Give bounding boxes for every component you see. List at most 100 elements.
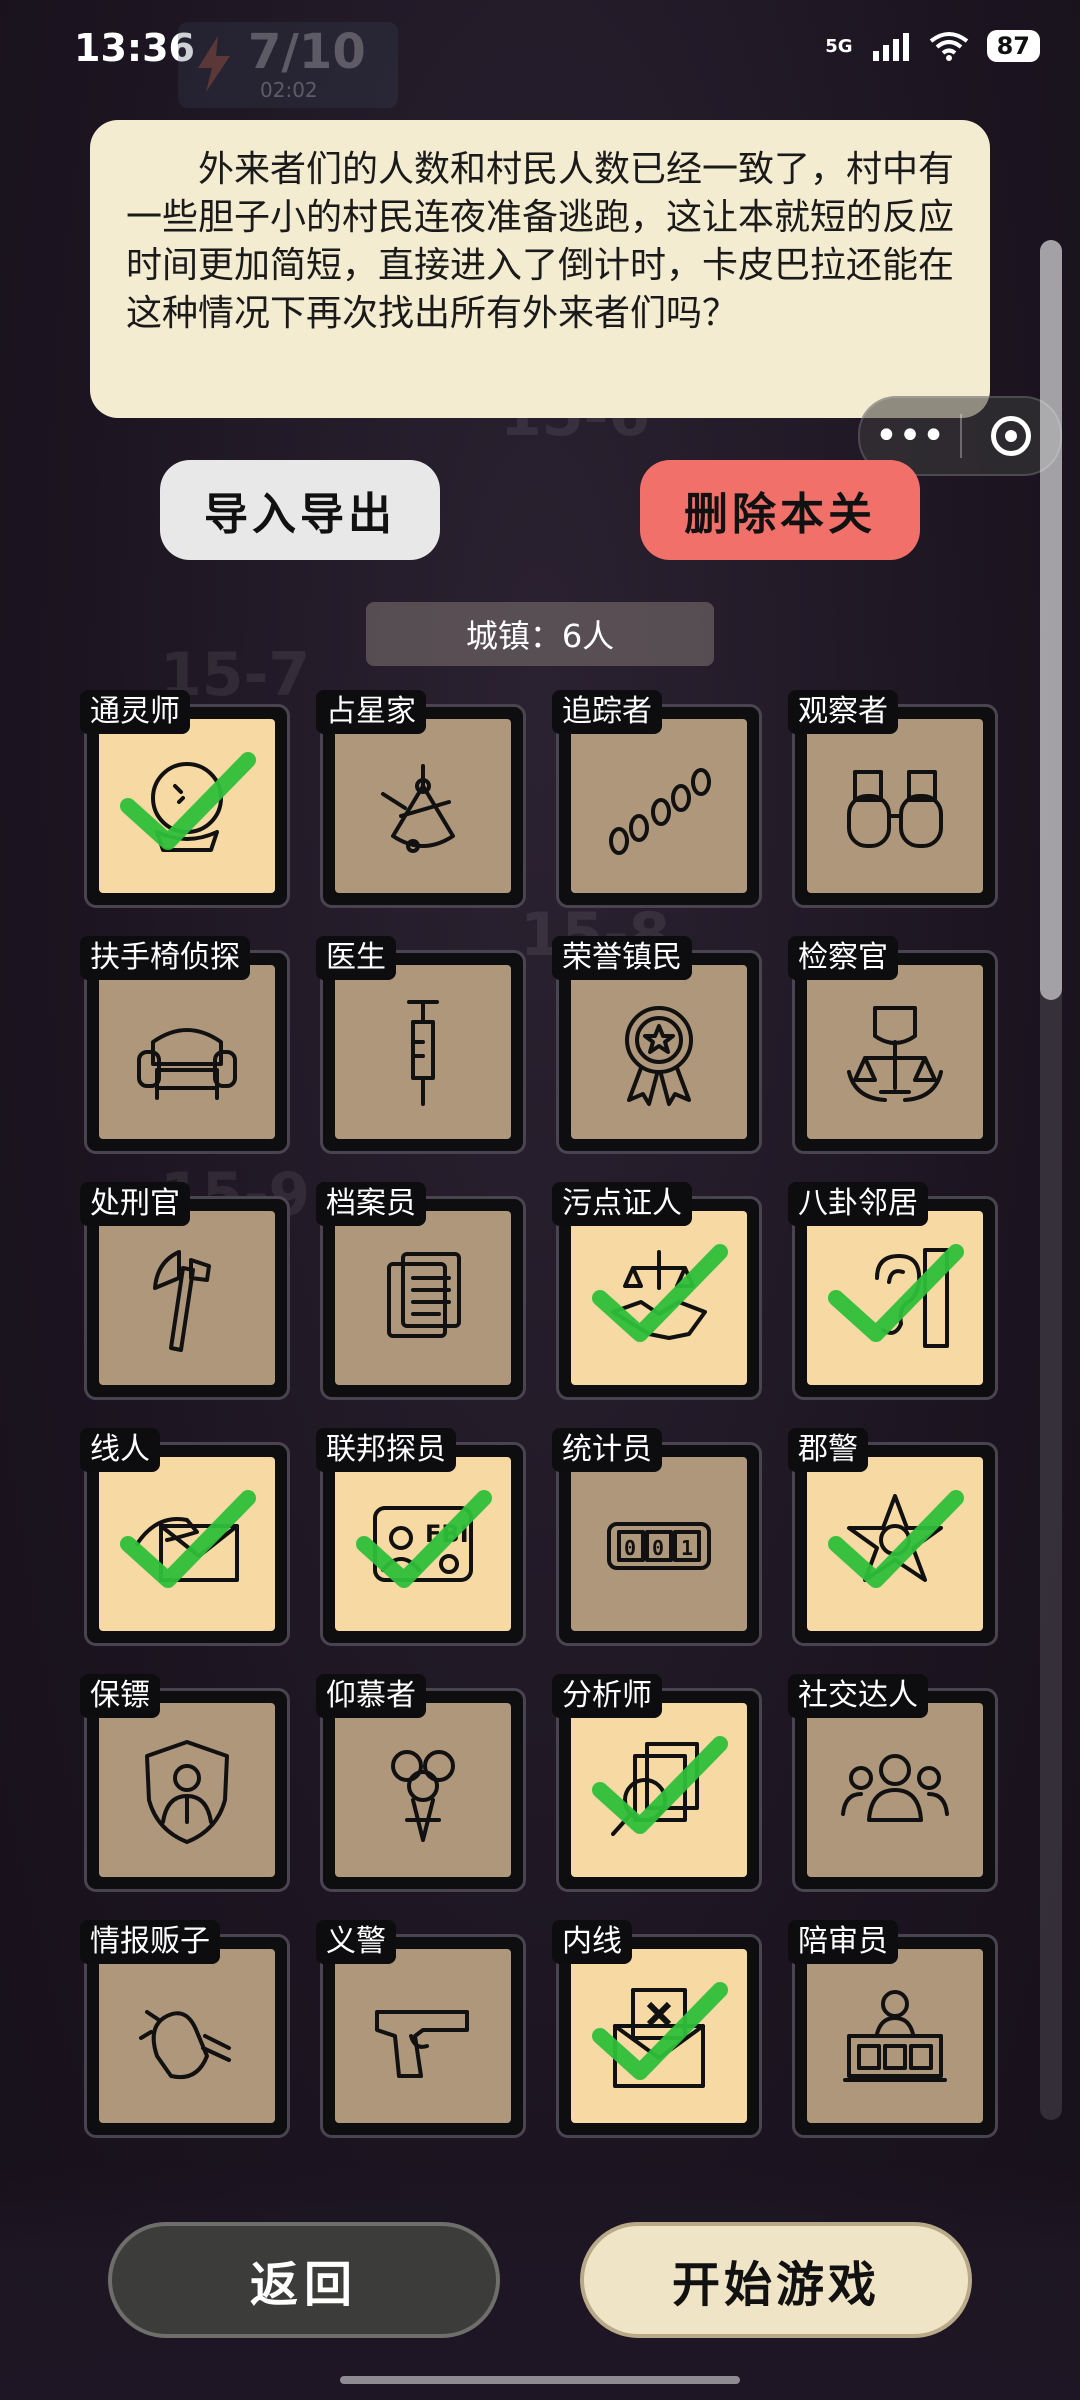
role-card[interactable]: 情报贩子 bbox=[80, 1920, 290, 2138]
role-card-label: 保镖 bbox=[80, 1674, 160, 1718]
role-card-label: 内线 bbox=[552, 1920, 632, 1964]
role-card-label: 占星家 bbox=[316, 690, 426, 734]
status-icons: 5G 87 bbox=[825, 30, 1040, 62]
role-card[interactable]: 扶手椅侦探 bbox=[80, 936, 290, 1154]
role-card-frame: FBI bbox=[320, 1442, 526, 1646]
role-card-label: 陪审员 bbox=[788, 1920, 898, 1964]
role-card-frame bbox=[320, 1196, 526, 1400]
role-card-label: 仰慕者 bbox=[316, 1674, 426, 1718]
envelope-x-icon bbox=[613, 1988, 705, 2088]
home-indicator bbox=[340, 2376, 740, 2384]
role-card-frame bbox=[556, 704, 762, 908]
documents-icon bbox=[387, 1252, 461, 1338]
role-card[interactable]: 检察官 bbox=[788, 936, 998, 1154]
role-card-art: FBI bbox=[335, 1457, 511, 1631]
ear-door-icon bbox=[875, 1248, 949, 1348]
role-card[interactable]: 内线 bbox=[552, 1920, 762, 2138]
level-description: 外来者们的人数和村民人数已经一致了，村中有一些胆子小的村民连夜准备逃跑，这让本就… bbox=[126, 149, 955, 334]
wifi-icon bbox=[929, 32, 968, 61]
role-card[interactable]: 分析师 bbox=[552, 1674, 762, 1892]
role-card-art bbox=[807, 965, 983, 1139]
svg-text:1: 1 bbox=[681, 1536, 693, 1560]
role-card-label: 社交达人 bbox=[788, 1674, 928, 1718]
more-icon[interactable]: ••• bbox=[860, 416, 960, 456]
role-card[interactable]: 占星家 bbox=[316, 690, 526, 908]
role-card-art bbox=[335, 1949, 511, 2123]
role-card[interactable]: 污点证人 bbox=[552, 1182, 762, 1400]
role-card[interactable]: 医生 bbox=[316, 936, 526, 1154]
role-card-frame bbox=[792, 1934, 998, 2138]
role-card[interactable]: 仰慕者 bbox=[316, 1674, 526, 1892]
role-card-label: 通灵师 bbox=[80, 690, 190, 734]
target-icon bbox=[991, 416, 1031, 456]
role-card-art bbox=[99, 1457, 275, 1631]
medal-icon bbox=[625, 1006, 693, 1106]
import-export-button[interactable]: 导入导出 bbox=[160, 460, 440, 560]
role-card-frame bbox=[792, 1688, 998, 1892]
counter-icon: 001 bbox=[607, 1522, 711, 1570]
role-card[interactable]: 陪审员 bbox=[788, 1920, 998, 2138]
role-card[interactable]: 社交达人 bbox=[788, 1674, 998, 1892]
role-card-frame bbox=[320, 1688, 526, 1892]
role-card[interactable]: 追踪者 bbox=[552, 690, 762, 908]
back-button[interactable]: 返回 bbox=[108, 2222, 500, 2338]
svg-text:0: 0 bbox=[652, 1536, 664, 1560]
jury-bench-icon bbox=[843, 1990, 947, 2082]
role-card-art bbox=[571, 1211, 747, 1385]
role-card[interactable]: 郡警 bbox=[788, 1428, 998, 1646]
role-card-art: 001 bbox=[571, 1457, 747, 1631]
town-count-label: 城镇：6人 bbox=[366, 602, 714, 666]
start-game-button[interactable]: 开始游戏 bbox=[580, 2222, 972, 2338]
role-card-label: 污点证人 bbox=[552, 1182, 692, 1226]
role-card-frame bbox=[792, 1442, 998, 1646]
scrollbar-thumb[interactable] bbox=[1040, 240, 1062, 1000]
role-card-art bbox=[807, 719, 983, 893]
role-card[interactable]: FBI 联邦探员 bbox=[316, 1428, 526, 1646]
binoculars-icon bbox=[847, 770, 943, 848]
status-time: 13:36 bbox=[74, 26, 195, 70]
battery-indicator: 87 bbox=[986, 30, 1040, 62]
role-card-art bbox=[335, 1211, 511, 1385]
magnifier-docs-icon bbox=[611, 1742, 699, 1836]
scrollbar[interactable] bbox=[1040, 240, 1062, 2120]
role-card-frame bbox=[556, 950, 762, 1154]
role-card[interactable]: 档案员 bbox=[316, 1182, 526, 1400]
handshake-scales-icon bbox=[611, 1250, 707, 1340]
role-card-label: 处刑官 bbox=[80, 1182, 190, 1226]
role-card-frame bbox=[556, 1688, 762, 1892]
role-card[interactable]: 0 0 1 统计员 bbox=[552, 1428, 762, 1646]
role-card-label: 联邦探员 bbox=[316, 1428, 456, 1472]
role-card[interactable]: 线人 bbox=[80, 1428, 290, 1646]
role-card[interactable]: 观察者 bbox=[788, 690, 998, 908]
role-card-frame bbox=[792, 704, 998, 908]
role-card[interactable]: 通灵师 bbox=[80, 690, 290, 908]
role-card-art bbox=[99, 1211, 275, 1385]
svg-text:0: 0 bbox=[624, 1536, 636, 1560]
role-card-label: 追踪者 bbox=[552, 690, 662, 734]
role-card-frame bbox=[320, 704, 526, 908]
people-group-icon bbox=[841, 1754, 949, 1822]
status-bar: 13:36 5G 87 bbox=[0, 0, 1080, 100]
level-description-card: 外来者们的人数和村民人数已经一致了，村中有一些胆子小的村民连夜准备逃跑，这让本就… bbox=[90, 120, 990, 418]
armchair-icon bbox=[137, 1028, 237, 1100]
delete-level-button[interactable]: 删除本关 bbox=[640, 460, 920, 560]
syringe-icon bbox=[407, 1000, 439, 1106]
role-card[interactable]: 八卦邻居 bbox=[788, 1182, 998, 1400]
role-card-label: 线人 bbox=[80, 1428, 160, 1472]
signal-icon bbox=[872, 33, 909, 61]
role-card-label: 分析师 bbox=[552, 1674, 662, 1718]
role-card-art bbox=[571, 1703, 747, 1877]
bodyguard-shield-icon bbox=[145, 1740, 229, 1844]
role-card[interactable]: 保镖 bbox=[80, 1674, 290, 1892]
footprints-icon bbox=[609, 768, 711, 855]
lightning-icon bbox=[198, 36, 230, 92]
role-card[interactable]: 义警 bbox=[316, 1920, 526, 2138]
axe-icon bbox=[153, 1250, 211, 1352]
role-card-art bbox=[571, 1949, 747, 2123]
role-card-frame bbox=[84, 704, 290, 908]
whisper-hand-icon bbox=[139, 2010, 231, 2079]
pistol-icon bbox=[375, 2010, 469, 2078]
role-card-art bbox=[571, 719, 747, 893]
role-card[interactable]: 荣誉镇民 bbox=[552, 936, 762, 1154]
role-card[interactable]: 处刑官 bbox=[80, 1182, 290, 1400]
